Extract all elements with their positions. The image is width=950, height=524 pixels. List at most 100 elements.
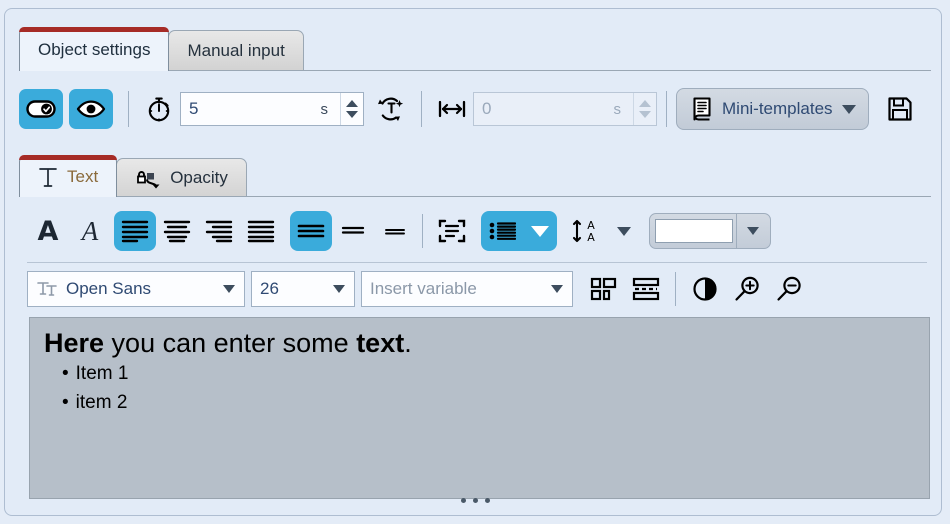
fit-text-button[interactable] — [431, 211, 473, 251]
chevron-down-icon — [617, 227, 631, 236]
duration-step-down[interactable] — [346, 111, 358, 118]
align-justify-button[interactable] — [240, 211, 282, 251]
chevron-down-icon — [551, 285, 563, 293]
align-left-button[interactable] — [114, 211, 156, 251]
transition-step-down[interactable] — [639, 111, 651, 118]
font-family-dropdown[interactable] — [214, 285, 244, 293]
editor-line-1-trailing: . — [404, 328, 412, 358]
toggle-switch-check-icon — [26, 99, 56, 119]
bullet-list-button[interactable] — [481, 211, 523, 251]
chevron-down-icon — [842, 105, 856, 114]
transition-stepper[interactable] — [633, 93, 656, 125]
distribute-vertical-icon — [632, 276, 660, 302]
duration-icon-button[interactable] — [138, 89, 180, 129]
insert-variable-select[interactable]: Insert variable — [361, 271, 573, 307]
distribute-vertical-button[interactable] — [625, 269, 667, 309]
bullet-list-icon — [488, 220, 516, 242]
align-right-button[interactable] — [198, 211, 240, 251]
object-settings-panel: Object settings Manual input — [4, 8, 942, 516]
font-size-select[interactable]: 26 — [251, 271, 355, 307]
align-center-icon — [163, 219, 191, 243]
bold-icon: A — [38, 218, 59, 245]
line-spacing-double-icon — [381, 221, 409, 241]
text-editor-area[interactable]: Here you can enter some text. •Item 1 •i… — [29, 317, 930, 499]
format-toolbar: A A — [27, 207, 927, 255]
eye-icon — [76, 99, 106, 119]
character-spacing-button[interactable]: A A — [567, 211, 609, 251]
font-family-select[interactable]: Open Sans — [27, 271, 245, 307]
transition-step-up[interactable] — [639, 100, 651, 107]
character-spacing-icon: A A — [572, 218, 604, 244]
toolbar-separator-3 — [666, 91, 667, 127]
mini-templates-button[interactable]: Mini-templates — [676, 88, 869, 130]
save-button[interactable] — [879, 89, 921, 129]
zoom-in-icon — [733, 275, 761, 303]
arrows-horizontal-icon — [437, 98, 467, 120]
main-tab-strip: Object settings Manual input — [19, 23, 304, 71]
bullet-glyph: • — [62, 392, 69, 413]
line-spacing-single-button[interactable] — [290, 211, 332, 251]
chevron-down-icon — [531, 226, 549, 237]
resize-dots-icon — [485, 498, 490, 503]
object-toolbar: 5 s — [19, 79, 931, 139]
distribute-horizontal-button[interactable] — [583, 269, 625, 309]
font-size-value: 26 — [252, 279, 324, 299]
tab-text-label: Text — [67, 167, 98, 187]
line-spacing-one-half-button[interactable] — [332, 211, 374, 251]
duration-step-up[interactable] — [346, 100, 358, 107]
italic-button[interactable]: A — [69, 211, 111, 251]
editor-bullet-text: Item 1 — [76, 363, 129, 384]
color-dropdown-button[interactable] — [736, 214, 770, 248]
animation-button[interactable] — [370, 89, 412, 129]
character-spacing-dropdown-button[interactable] — [609, 211, 639, 251]
tab-text[interactable]: Text — [19, 155, 117, 197]
chevron-down-icon — [223, 285, 235, 293]
align-center-button[interactable] — [156, 211, 198, 251]
bullet-list-dropdown-button[interactable] — [523, 211, 557, 251]
tab-opacity[interactable]: Opacity — [116, 158, 247, 197]
floppy-save-icon — [886, 95, 914, 123]
tab-object-settings-label: Object settings — [38, 40, 150, 60]
tab-opacity-label: Opacity — [170, 168, 228, 188]
zoom-in-button[interactable] — [726, 269, 768, 309]
font-separator-1 — [675, 272, 676, 306]
bullet-glyph: • — [62, 363, 69, 384]
tab-manual-input[interactable]: Manual input — [168, 30, 303, 71]
svg-text:A: A — [587, 231, 595, 244]
color-swatch-preview — [655, 219, 733, 243]
distribute-horizontal-icon — [590, 276, 618, 302]
resize-dots-icon — [473, 498, 478, 503]
toggle-enabled-button[interactable] — [19, 89, 63, 129]
font-family-icon — [28, 279, 58, 299]
transition-icon-button[interactable] — [431, 89, 473, 129]
duration-stepper[interactable] — [340, 93, 363, 125]
scroll-document-icon — [689, 96, 713, 122]
contrast-button[interactable] — [684, 269, 726, 309]
content-tab-strip: Text Opacity — [19, 151, 247, 197]
insert-variable-dropdown[interactable] — [542, 285, 572, 293]
text-color-button[interactable] — [649, 213, 771, 249]
duration-value: 5 — [181, 99, 321, 119]
italic-icon: A — [82, 218, 99, 245]
font-size-dropdown[interactable] — [324, 285, 354, 293]
chevron-down-icon — [747, 227, 759, 235]
animation-sparkle-icon — [376, 95, 406, 123]
insert-variable-placeholder: Insert variable — [362, 279, 542, 299]
duration-input[interactable]: 5 s — [180, 92, 364, 126]
resize-handle[interactable] — [0, 498, 950, 503]
transition-input[interactable]: 0 s — [473, 92, 657, 126]
tab-object-settings[interactable]: Object settings — [19, 27, 169, 71]
opacity-icon — [135, 167, 161, 189]
toggle-visible-button[interactable] — [69, 89, 113, 129]
line-spacing-single-icon — [297, 221, 325, 241]
editor-bullet-item: • Item 1 — [62, 359, 915, 388]
mini-templates-label: Mini-templates — [722, 99, 833, 119]
contrast-icon — [692, 276, 718, 302]
tab-manual-input-label: Manual input — [187, 41, 284, 61]
zoom-out-button[interactable] — [768, 269, 810, 309]
format-toolbar-divider — [27, 262, 927, 263]
editor-bullet-text: item 2 — [76, 392, 128, 413]
line-spacing-double-button[interactable] — [374, 211, 416, 251]
bold-button[interactable]: A — [27, 211, 69, 251]
line-spacing-one-half-icon — [339, 221, 367, 241]
